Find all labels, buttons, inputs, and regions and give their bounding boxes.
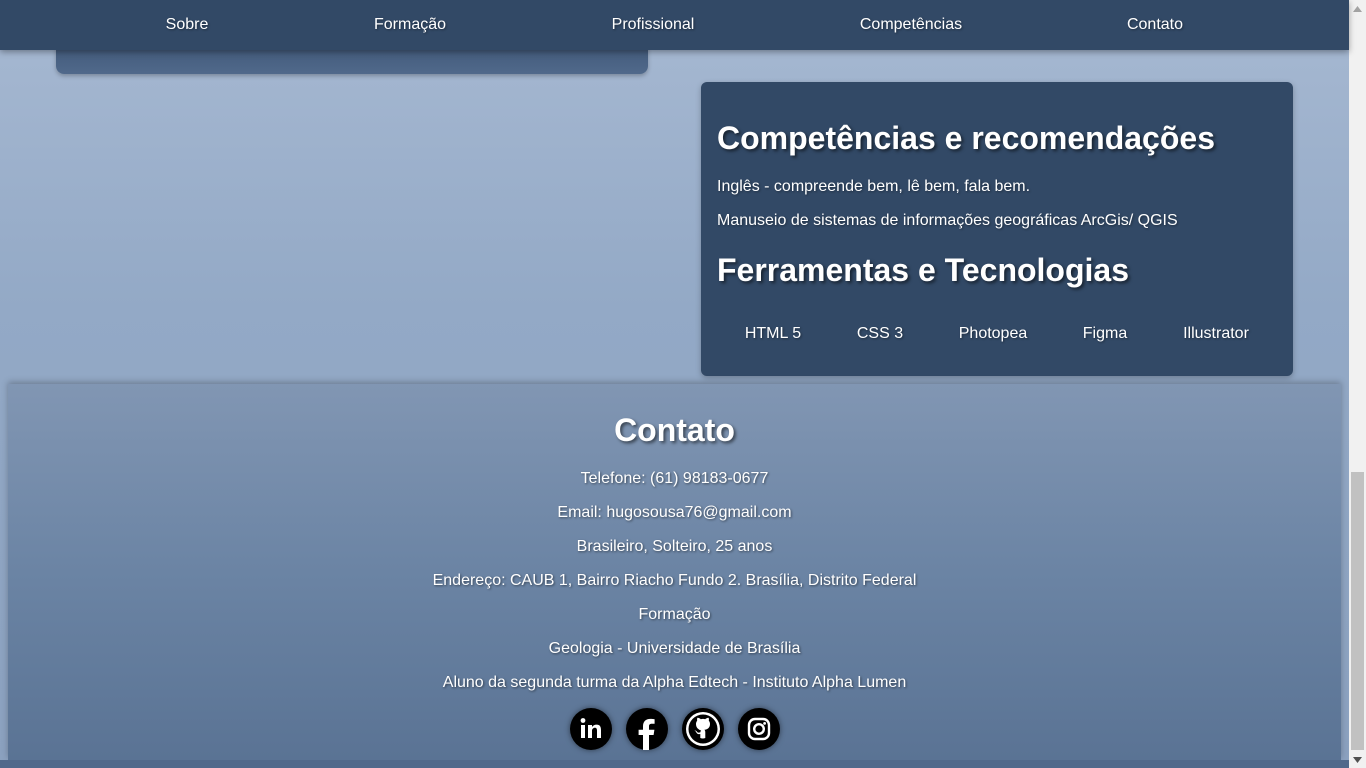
scroll-up-button[interactable]	[1349, 0, 1366, 17]
contact-address: Endereço: CAUB 1, Bairro Riacho Fundo 2.…	[432, 572, 917, 589]
skill-gis: Manuseio de sistemas de informações geog…	[717, 212, 1178, 229]
contact-email: Email: hugosousa76@gmail.com	[557, 504, 792, 521]
skills-card: Competências e recomendações Inglês - co…	[701, 82, 1293, 376]
contact-personal: Brasileiro, Solteiro, 25 anos	[576, 538, 773, 555]
linkedin-link[interactable]	[570, 708, 612, 750]
contact-alpha: Aluno da segunda turma da Alpha Edtech -…	[442, 674, 907, 691]
page-bottom-strip	[0, 760, 1349, 768]
tool-html5: HTML 5	[744, 325, 802, 342]
instagram-link[interactable]	[738, 708, 780, 750]
tool-css3: CSS 3	[856, 325, 904, 342]
instagram-icon	[747, 717, 771, 741]
contact-formacao-label: Formação	[638, 606, 711, 623]
skills-title: Competências e recomendações	[717, 120, 1215, 156]
tool-photopea: Photopea	[958, 325, 1028, 342]
nav-link-contato[interactable]: Contato	[1096, 0, 1214, 50]
vertical-scrollbar[interactable]	[1349, 0, 1366, 768]
nav-link-profissional[interactable]: Profissional	[586, 0, 720, 50]
skill-english: Inglês - compreende bem, lê bem, fala be…	[717, 178, 1031, 195]
tools-title: Ferramentas e Tecnologias	[717, 252, 1129, 288]
contact-section: Contato Telefone: (61) 98183-0677 Email:…	[8, 384, 1341, 760]
nav-link-competencias[interactable]: Competências	[840, 0, 982, 50]
contact-title: Contato	[614, 412, 735, 448]
facebook-link[interactable]	[626, 708, 668, 750]
facebook-icon	[638, 718, 655, 750]
top-navbar: Sobre Formação Profissional Competências…	[0, 0, 1349, 50]
nav-link-sobre[interactable]: Sobre	[126, 0, 248, 50]
contact-phone: Telefone: (61) 98183-0677	[580, 470, 769, 487]
tool-illustrator: Illustrator	[1183, 325, 1249, 342]
github-link[interactable]	[682, 708, 724, 750]
scroll-up-arrow-icon	[1353, 5, 1362, 12]
contact-education: Geologia - Universidade de Brasília	[548, 640, 801, 657]
scrollbar-thumb[interactable]	[1351, 472, 1364, 750]
tool-figma: Figma	[1082, 325, 1128, 342]
scroll-down-button[interactable]	[1349, 751, 1366, 768]
linkedin-icon	[580, 718, 601, 738]
nav-link-formacao[interactable]: Formação	[348, 0, 472, 50]
scroll-down-arrow-icon	[1353, 756, 1362, 763]
github-icon	[686, 712, 720, 746]
